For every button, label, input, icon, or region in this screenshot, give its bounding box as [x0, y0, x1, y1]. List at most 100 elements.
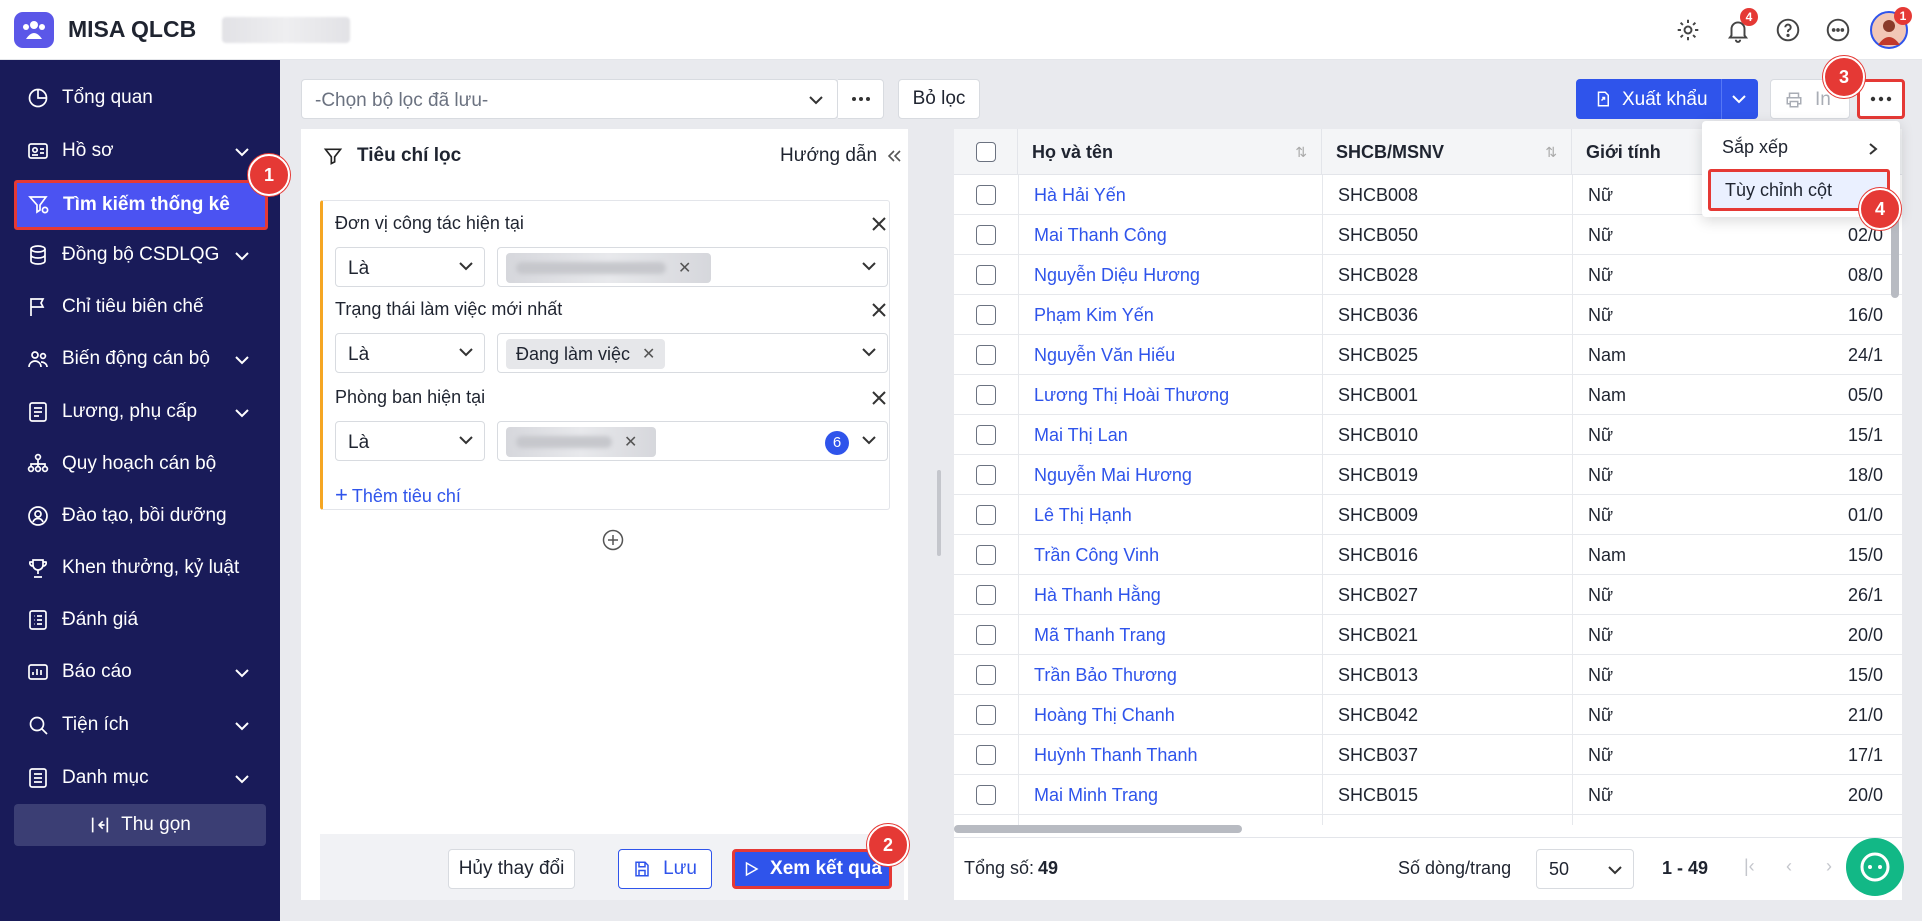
sidebar-item[interactable]: Danh mục [16, 755, 266, 801]
table-row[interactable]: Nguyễn Mai Hương SHCB019 Nữ 18/0 [954, 455, 1902, 495]
employee-name-link[interactable]: Mai Thị Lan [1034, 415, 1314, 455]
prev-page-icon[interactable]: ‹ [1786, 856, 1792, 877]
sidebar-item[interactable]: Chỉ tiêu biên chế [16, 284, 266, 330]
row-checkbox[interactable] [976, 385, 996, 405]
sidebar-item[interactable]: Hồ sơ [16, 128, 266, 174]
employee-name-link[interactable]: Lương Thị Hoài Thương [1034, 375, 1314, 415]
row-checkbox[interactable] [976, 425, 996, 445]
table-row[interactable]: Mai Minh Trang SHCB015 Nữ 20/0 [954, 775, 1902, 815]
remove-criteria-icon[interactable] [870, 215, 888, 233]
user-avatar[interactable]: 1 [1870, 7, 1912, 49]
sidebar-item[interactable]: Tổng quan [16, 75, 266, 121]
table-row[interactable]: Huỳnh Thanh Thanh SHCB037 Nữ 17/1 [954, 735, 1902, 775]
employee-name-link[interactable]: Lê Thị Hạnh [1034, 495, 1314, 535]
table-row[interactable]: Phạm Kim Yến SHCB036 Nữ 16/0 [954, 295, 1902, 335]
employee-name-link[interactable]: Phạm Kim Yến [1034, 295, 1314, 335]
export-button[interactable]: Xuất khẩu [1576, 79, 1758, 119]
table-more-button[interactable] [1857, 79, 1905, 119]
employee-name-link[interactable]: Huỳnh Thanh Thanh [1034, 735, 1314, 775]
sidebar-item[interactable]: Đồng bộ CSDLQG [16, 232, 266, 278]
row-checkbox[interactable] [976, 185, 996, 205]
row-checkbox[interactable] [976, 585, 996, 605]
employee-name-link[interactable]: Nguyễn Văn Hiếu [1034, 335, 1314, 375]
save-filter-button[interactable]: Lưu [618, 849, 712, 889]
table-row[interactable]: Hoàng Thị Chanh SHCB042 Nữ 21/0 [954, 695, 1902, 735]
operator-select[interactable]: Là [335, 247, 485, 287]
table-row[interactable]: Hà Thanh Hằng SHCB027 Nữ 26/1 [954, 575, 1902, 615]
sidebar-item[interactable]: Quy hoạch cán bộ [16, 441, 266, 487]
employee-name-link[interactable]: Mã Thanh Trang [1034, 615, 1314, 655]
operator-select[interactable]: Là [335, 333, 485, 373]
next-page-icon[interactable]: › [1826, 856, 1832, 877]
page-size-select[interactable]: 50 [1536, 849, 1634, 889]
chip-close-icon[interactable]: ✕ [678, 258, 691, 278]
table-row[interactable]: Lê Thị Hạnh SHCB009 Nữ 01/0 [954, 495, 1902, 535]
employee-name-link[interactable]: Hoàng Thị Chanh [1034, 695, 1314, 735]
row-checkbox[interactable] [976, 305, 996, 325]
sidebar-item[interactable]: Báo cáo [16, 649, 266, 695]
table-row[interactable]: Mã Thanh Trang SHCB021 Nữ 20/0 [954, 615, 1902, 655]
employee-name-link[interactable]: Nguyễn Mai Hương [1034, 455, 1314, 495]
chevron-down-icon[interactable] [1731, 93, 1747, 105]
sidebar-item[interactable]: Tìm kiếm thống kê [14, 180, 268, 230]
saved-filter-more-button[interactable] [838, 79, 884, 119]
value-select[interactable]: ✕ [497, 247, 888, 287]
row-checkbox[interactable] [976, 465, 996, 485]
settings-gear-icon[interactable] [1672, 14, 1704, 46]
sidebar-item[interactable]: Đào tạo, bồi dưỡng [16, 493, 266, 539]
row-checkbox[interactable] [976, 745, 996, 765]
table-row[interactable]: Mai Thị Lan SHCB010 Nữ 15/1 [954, 415, 1902, 455]
more-options-icon[interactable] [1822, 14, 1854, 46]
panel-splitter-handle[interactable] [937, 470, 941, 556]
help-icon[interactable] [1772, 14, 1804, 46]
employee-name-link[interactable]: Mai Minh Trang [1034, 775, 1314, 815]
first-page-icon[interactable]: |‹ [1744, 856, 1755, 877]
row-checkbox[interactable] [976, 625, 996, 645]
sidebar-item[interactable]: Khen thưởng, kỷ luật [16, 545, 266, 591]
remove-criteria-icon[interactable] [870, 301, 888, 319]
add-criteria-link[interactable]: + Thêm tiêu chí [335, 482, 461, 508]
notification-bell-icon[interactable]: 4 [1722, 8, 1758, 46]
employee-name-link[interactable]: Trần Bảo Thương [1034, 655, 1314, 695]
menu-item-sort[interactable]: Sắp xếp [1722, 137, 1788, 158]
remove-criteria-icon[interactable] [870, 389, 888, 407]
sort-icon[interactable]: ⇅ [1295, 129, 1307, 175]
table-row[interactable]: Lương Thị Hoài Thương SHCB001 Nam 05/0 [954, 375, 1902, 415]
operator-select[interactable]: Là [335, 421, 485, 461]
horizontal-scrollbar[interactable] [954, 825, 1242, 833]
sort-icon[interactable]: ⇅ [1545, 129, 1557, 175]
employee-name-link[interactable]: Nguyễn Diệu Hương [1034, 255, 1314, 295]
employee-name-link[interactable]: Hà Hải Yến [1034, 175, 1314, 215]
row-checkbox[interactable] [976, 225, 996, 245]
collapse-sidebar-button[interactable]: Thu gọn [14, 804, 266, 846]
row-checkbox[interactable] [976, 265, 996, 285]
sidebar-item[interactable]: Đánh giá [16, 597, 266, 643]
employee-name-link[interactable]: Mai Thanh Công [1034, 215, 1314, 255]
row-checkbox[interactable] [976, 545, 996, 565]
select-all-checkbox[interactable] [976, 142, 996, 162]
table-row[interactable]: Mai Thanh Công SHCB050 Nữ 02/0 [954, 215, 1902, 255]
clear-filter-button[interactable]: Bỏ lọc [898, 79, 980, 119]
table-row[interactable]: Trần Bảo Thương SHCB013 Nữ 15/0 [954, 655, 1902, 695]
table-row[interactable]: Nguyễn Văn Hiếu SHCB025 Nam 24/1 [954, 335, 1902, 375]
row-checkbox[interactable] [976, 345, 996, 365]
value-select[interactable]: Đang làm việc ✕ [497, 333, 888, 373]
value-select[interactable]: ✕ 6 [497, 421, 888, 461]
row-checkbox[interactable] [976, 505, 996, 525]
row-checkbox[interactable] [976, 785, 996, 805]
guide-link[interactable]: Hướng dẫn [780, 145, 877, 167]
view-results-button[interactable]: Xem kết quả [732, 849, 892, 889]
saved-filter-select[interactable]: -Chọn bộ lọc đã lưu- [301, 79, 838, 119]
sidebar-item[interactable]: Lương, phụ cấp [16, 389, 266, 435]
column-header-code[interactable]: SHCB/MSNV ⇅ [1322, 129, 1572, 175]
sidebar-item[interactable]: Tiện ích [16, 702, 266, 748]
employee-name-link[interactable]: Hà Thanh Hằng [1034, 575, 1314, 615]
sidebar-item[interactable]: Biến động cán bộ [16, 336, 266, 382]
cancel-changes-button[interactable]: Hủy thay đổi [448, 849, 575, 889]
employee-name-link[interactable]: Trần Công Vinh [1034, 535, 1314, 575]
row-checkbox[interactable] [976, 705, 996, 725]
row-checkbox[interactable] [976, 665, 996, 685]
add-group-circle-icon[interactable] [602, 529, 624, 551]
table-row[interactable]: Trần Công Vinh SHCB016 Nam 15/0 [954, 535, 1902, 575]
chip-close-icon[interactable]: ✕ [624, 432, 637, 452]
